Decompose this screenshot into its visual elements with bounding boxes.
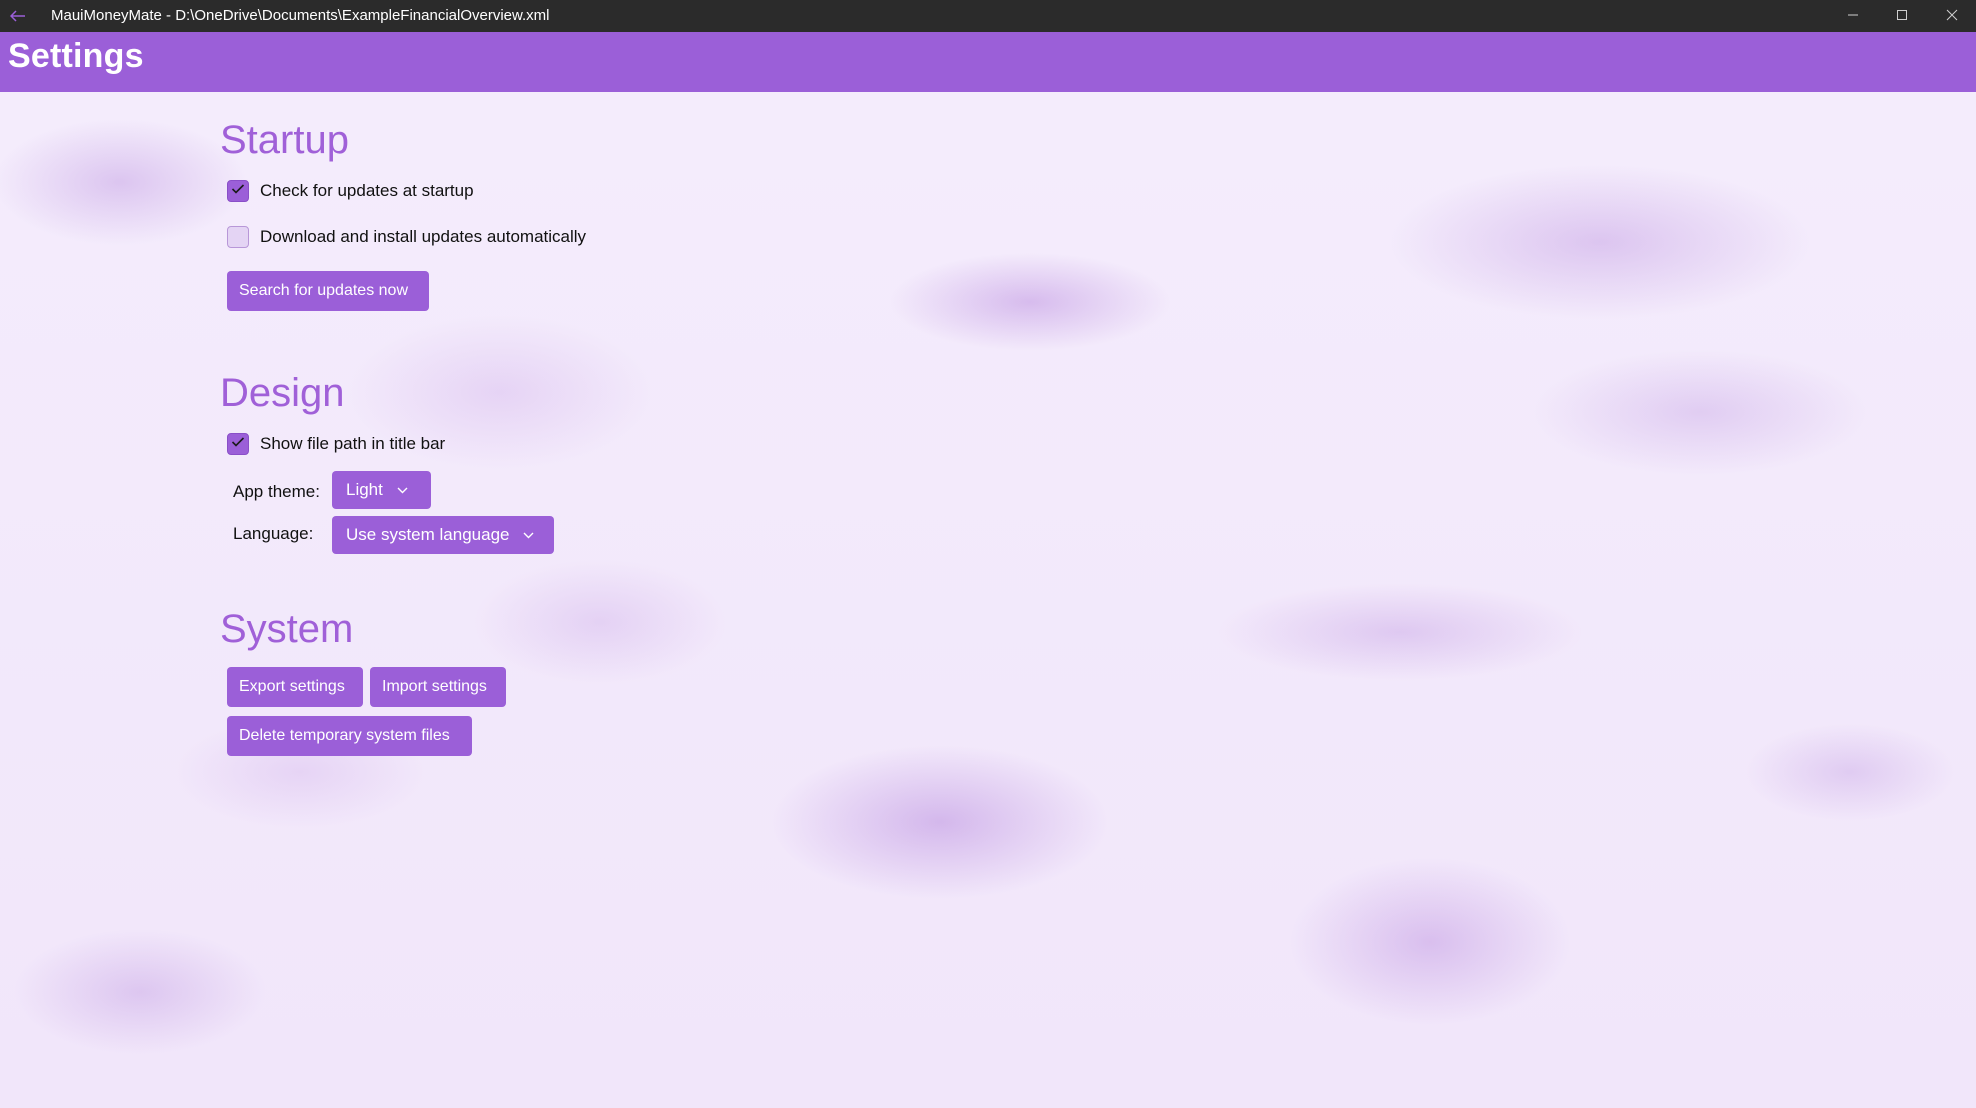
language-label: Language: — [233, 524, 314, 543]
auto-install-checkbox[interactable] — [227, 226, 249, 248]
language-value: Use system language — [346, 525, 510, 544]
close-icon — [1946, 8, 1958, 25]
check-updates-label: Check for updates at startup — [260, 181, 474, 200]
back-arrow-icon — [9, 6, 26, 27]
delete-temp-files-button[interactable]: Delete temporary system files — [227, 716, 472, 756]
page-title: Settings — [8, 37, 144, 75]
design-section-title: Design — [220, 371, 345, 415]
window-titlebar: MauiMoneyMate - D:\OneDrive\Documents\Ex… — [0, 0, 1976, 32]
check-updates-checkbox-row[interactable]: Check for updates at startup — [227, 178, 474, 204]
checkmark-icon — [231, 435, 245, 453]
minimize-button[interactable] — [1830, 0, 1876, 32]
show-path-checkbox[interactable] — [227, 433, 249, 455]
minimize-icon — [1847, 8, 1859, 25]
app-theme-value: Light — [346, 480, 383, 499]
chevron-down-icon — [523, 532, 534, 539]
maximize-icon — [1896, 8, 1908, 25]
startup-section-title: Startup — [220, 118, 349, 162]
auto-install-checkbox-row[interactable]: Download and install updates automatical… — [227, 224, 586, 250]
maximize-button[interactable] — [1879, 0, 1925, 32]
back-button[interactable] — [0, 0, 36, 32]
language-dropdown[interactable]: Use system language — [332, 516, 554, 554]
search-updates-button[interactable]: Search for updates now — [227, 271, 429, 311]
checkmark-icon — [231, 182, 245, 200]
close-button[interactable] — [1929, 0, 1975, 32]
show-path-checkbox-row[interactable]: Show file path in title bar — [227, 431, 445, 457]
show-path-label: Show file path in title bar — [260, 434, 446, 453]
import-settings-button[interactable]: Import settings — [370, 667, 506, 707]
chevron-down-icon — [397, 487, 408, 494]
check-updates-checkbox[interactable] — [227, 180, 249, 202]
app-theme-dropdown[interactable]: Light — [332, 471, 431, 509]
export-settings-button[interactable]: Export settings — [227, 667, 363, 707]
page-header: Settings — [0, 32, 1976, 92]
window-title: MauiMoneyMate - D:\OneDrive\Documents\Ex… — [51, 7, 550, 24]
app-theme-label: App theme: — [233, 482, 320, 501]
system-section-title: System — [220, 607, 354, 651]
auto-install-label: Download and install updates automatical… — [260, 227, 587, 246]
